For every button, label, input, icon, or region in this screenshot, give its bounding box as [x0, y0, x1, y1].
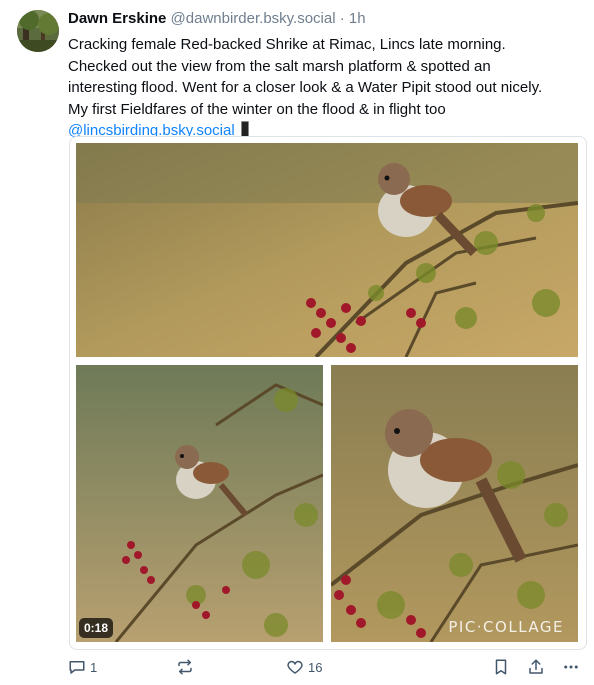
- more-icon: [564, 665, 578, 669]
- watermark: PIC·COLLAGE: [448, 618, 564, 636]
- heart-icon: [287, 660, 303, 674]
- reply-icon: [69, 661, 85, 674]
- media-collage[interactable]: 0:18 PIC·COLLAGE: [69, 136, 587, 650]
- share-button[interactable]: [527, 658, 549, 676]
- avatar[interactable]: [17, 10, 59, 52]
- more-options-button[interactable]: [562, 658, 584, 676]
- repost-icon: [178, 659, 192, 675]
- post-text-line: interesting flood. Went for a closer loo…: [68, 79, 543, 96]
- reply-count: 1: [90, 659, 98, 675]
- reply-button[interactable]: 1: [68, 658, 97, 676]
- bookmark-icon: [495, 659, 507, 675]
- post-header: Dawn Erskine @dawnbirder.bsky.social · 1…: [68, 9, 366, 29]
- post-text-line: Cracking female Red-backed Shrike at Rim…: [68, 36, 506, 53]
- share-icon: [529, 659, 543, 674]
- video-shrike[interactable]: 0:18: [76, 365, 323, 642]
- repost-button[interactable]: [176, 658, 198, 676]
- video-duration: 0:18: [79, 618, 114, 638]
- post-actions: 1 16: [68, 658, 584, 682]
- like-count: 16: [308, 659, 323, 675]
- post-text: Cracking female Red-backed Shrike at Rim…: [68, 34, 583, 142]
- post-text-line: Checked out the view from the salt marsh…: [68, 57, 491, 75]
- bookmark-button[interactable]: [492, 658, 514, 676]
- post-text-line: My first Fieldfares of the winter on the…: [68, 100, 446, 118]
- emoji-icon: [240, 121, 249, 137]
- like-button[interactable]: 16: [286, 658, 322, 676]
- post-card[interactable]: Dawn Erskine @dawnbirder.bsky.social · 1…: [0, 0, 594, 685]
- photo-shrike-close[interactable]: PIC·COLLAGE: [331, 365, 578, 642]
- post-timestamp[interactable]: · 1h: [340, 10, 366, 27]
- author-handle[interactable]: @dawnbirder.bsky.social: [171, 10, 336, 27]
- photo-shrike-wide[interactable]: [76, 143, 578, 357]
- author-name[interactable]: Dawn Erskine: [68, 10, 166, 27]
